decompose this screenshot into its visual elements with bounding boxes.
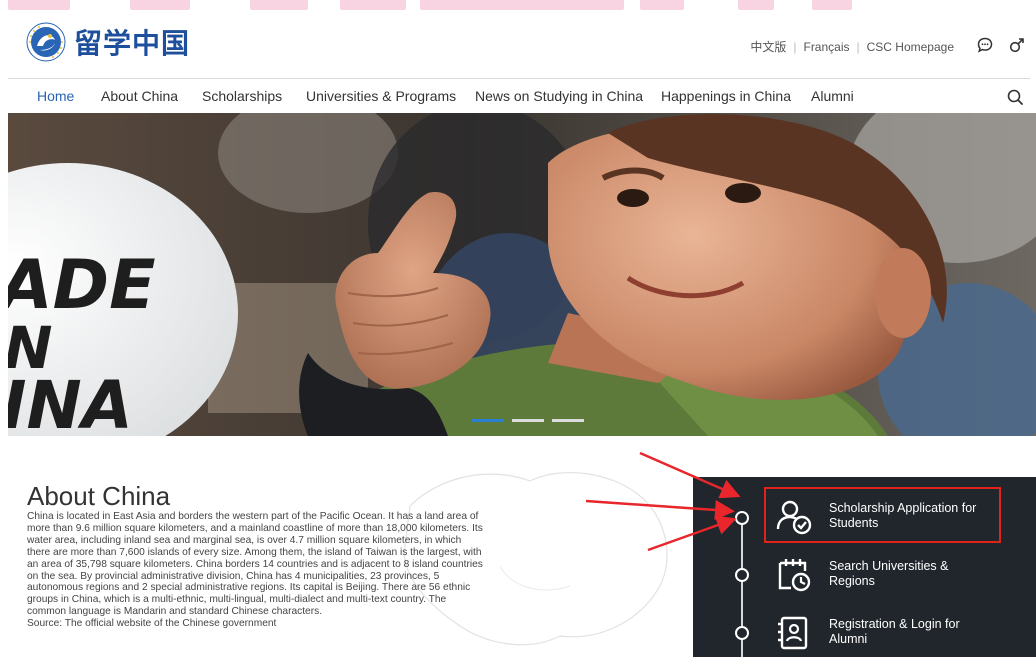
gender-icon[interactable] <box>1008 36 1026 54</box>
about-china-source: Source: The official website of the Chin… <box>27 618 277 630</box>
about-china-body: China is located in East Asia and border… <box>27 511 483 618</box>
nav-home[interactable]: Home <box>37 88 74 104</box>
site-header: 留学中国 中文版 | Français | CSC Homepage <box>0 12 1036 74</box>
chat-bubble-icon[interactable] <box>976 36 994 54</box>
link-french-version[interactable]: Français <box>803 40 849 54</box>
hero-banner[interactable]: ADE N INA <box>8 113 1036 436</box>
carousel-indicators <box>472 419 584 422</box>
search-icon[interactable] <box>1006 88 1024 106</box>
main-navigation: Home About China Scholarships Universiti… <box>0 79 1036 113</box>
divider: | <box>856 39 860 54</box>
about-china-text: China is located in East Asia and border… <box>27 511 487 630</box>
logo-text: 留学中国 <box>74 27 191 60</box>
nav-about-china[interactable]: About China <box>101 88 178 104</box>
nav-news[interactable]: News on Studying in China <box>475 88 643 104</box>
nav-alumni[interactable]: Alumni <box>811 88 854 104</box>
carousel-dot-3[interactable] <box>552 419 584 422</box>
annotation-arrows <box>585 451 741 552</box>
nav-happenings[interactable]: Happenings in China <box>661 88 791 104</box>
annotation-highlight-box <box>764 487 1001 543</box>
utility-links: 中文版 | Français | CSC Homepage <box>750 38 954 55</box>
about-china-title: About China <box>27 481 171 511</box>
link-chinese-version[interactable]: 中文版 <box>750 38 786 55</box>
service-label: Registration & Login for Alumni <box>829 617 960 646</box>
timeline-node-3 <box>735 626 749 640</box>
nav-scholarships[interactable]: Scholarships <box>202 88 282 104</box>
service-label: Search Universities & Regions <box>829 559 949 588</box>
divider: | <box>793 39 797 54</box>
logo-emblem-icon <box>26 22 66 62</box>
top-decorative-strip <box>0 0 1036 12</box>
service-search-universities[interactable]: Search Universities & Regions <box>775 549 1005 599</box>
carousel-dot-1[interactable] <box>472 419 504 422</box>
link-csc-homepage[interactable]: CSC Homepage <box>867 40 954 54</box>
site-logo[interactable]: 留学中国 <box>26 22 190 62</box>
calendar-clock-icon <box>778 559 811 592</box>
service-alumni-registration[interactable]: Registration & Login for Alumni <box>775 607 1005 657</box>
id-card-icon <box>778 616 808 650</box>
nav-universities-programs[interactable]: Universities & Programs <box>306 88 456 104</box>
svg-text:INA: INA <box>8 367 133 436</box>
carousel-dot-2[interactable] <box>512 419 544 422</box>
timeline-node-2 <box>735 568 749 582</box>
hero-photo: ADE N INA <box>8 113 1036 436</box>
